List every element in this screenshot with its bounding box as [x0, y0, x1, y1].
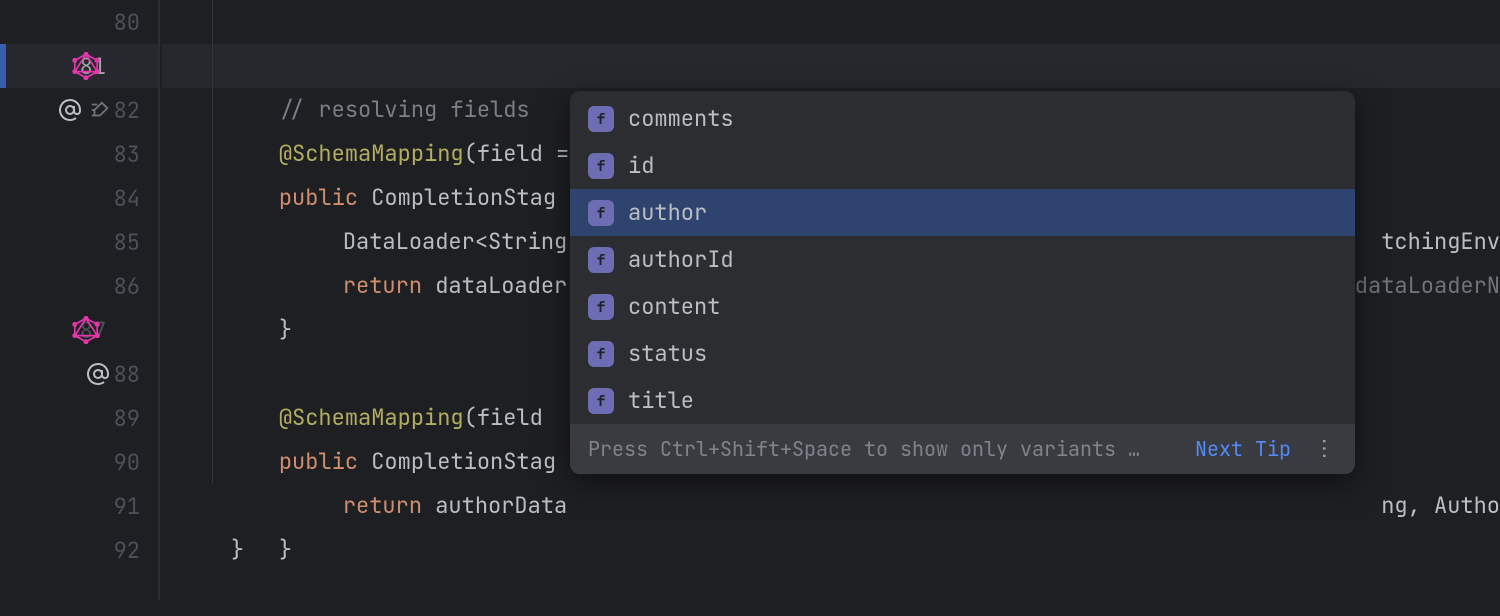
at-sign-icon[interactable]: [56, 96, 84, 124]
field-icon: f: [588, 200, 614, 226]
completion-label: comments: [628, 104, 734, 133]
completion-item[interactable]: f id: [570, 142, 1355, 189]
completion-item[interactable]: f comments: [570, 91, 1355, 142]
field-icon: f: [588, 341, 614, 367]
line-number: 90: [114, 448, 140, 477]
line-number: 92: [114, 536, 140, 565]
line-number: 84: [114, 184, 140, 213]
line-number: 91: [114, 492, 140, 521]
completion-label: status: [628, 339, 707, 368]
gutter-row: 82: [0, 88, 158, 132]
completion-item-selected[interactable]: f author: [570, 189, 1355, 236]
next-tip-link[interactable]: Next Tip: [1195, 436, 1291, 462]
line-number: 89: [114, 404, 140, 433]
completion-item[interactable]: f content: [570, 283, 1355, 330]
line-marker: [0, 44, 6, 88]
gutter-row: 84: [0, 176, 158, 220]
at-sign-icon[interactable]: [84, 360, 112, 388]
gutter-row-active: 81: [0, 44, 158, 88]
gutter-row: 80: [0, 0, 158, 44]
field-icon: f: [588, 294, 614, 320]
gutter-row: 86: [0, 264, 158, 308]
completion-popup: f comments f id f author f authorId f co…: [570, 91, 1355, 474]
graphql-icon[interactable]: [72, 52, 100, 80]
completion-label: author: [628, 198, 707, 227]
field-icon: f: [588, 388, 614, 414]
code-line-active: @SchemaMapping(field = ""): [162, 44, 1500, 88]
gutter-row: 87: [0, 308, 158, 352]
line-number: 88: [114, 360, 140, 389]
completion-label: id: [628, 151, 654, 180]
gutter-row: 89: [0, 396, 158, 440]
gutter-row: 85: [0, 220, 158, 264]
rename-hint-icon[interactable]: [86, 96, 114, 124]
completion-item[interactable]: f title: [570, 377, 1355, 424]
code-line: }: [162, 484, 1500, 528]
gutter-row: 90: [0, 440, 158, 484]
line-number: 85: [114, 228, 140, 257]
completion-label: content: [628, 292, 720, 321]
completion-item[interactable]: f status: [570, 330, 1355, 377]
field-icon: f: [588, 247, 614, 273]
gutter: 80 81: [0, 0, 160, 600]
gutter-row: 91: [0, 484, 158, 528]
line-number: 83: [114, 140, 140, 169]
completion-footer: Press Ctrl+Shift+Space to show only vari…: [570, 424, 1355, 474]
code-line: [162, 528, 1500, 572]
completion-item[interactable]: f authorId: [570, 236, 1355, 283]
line-number: 82: [114, 96, 140, 125]
graphql-icon[interactable]: [72, 316, 100, 344]
field-icon: f: [588, 106, 614, 132]
completion-hint: Press Ctrl+Shift+Space to show only vari…: [588, 436, 1140, 462]
line-number: 80: [114, 8, 140, 37]
gutter-row: 92: [0, 528, 158, 572]
completion-label: authorId: [628, 245, 734, 274]
gutter-row: 88: [0, 352, 158, 396]
completion-label: title: [628, 386, 694, 415]
code-line: // resolving fields: [162, 0, 1500, 44]
gutter-row: 83: [0, 132, 158, 176]
more-menu-icon[interactable]: ⋯: [1311, 437, 1340, 461]
field-icon: f: [588, 153, 614, 179]
line-number: 86: [114, 272, 140, 301]
